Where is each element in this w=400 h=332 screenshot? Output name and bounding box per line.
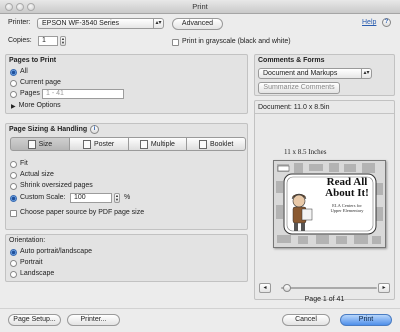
actual-size-option[interactable]: Actual size bbox=[10, 170, 54, 180]
document-size: Document: 11.0 x 8.5in bbox=[258, 104, 330, 111]
percent-label: % bbox=[124, 194, 131, 201]
sizing-tabs: Size Poster Multiple Booklet bbox=[10, 137, 246, 151]
comments-select-value: Document and Markups bbox=[263, 70, 338, 77]
preview-subtitle: ELA Centers for Upper Elementary bbox=[312, 203, 382, 213]
pdf-source-label: Choose paper source by PDF page size bbox=[20, 209, 145, 216]
size-page-icon bbox=[27, 139, 36, 149]
custom-scale-option[interactable]: Custom Scale: bbox=[10, 193, 66, 203]
advanced-button[interactable]: Advanced bbox=[172, 18, 223, 30]
printer-button[interactable]: Printer... bbox=[67, 314, 120, 326]
poster-page-icon bbox=[83, 139, 91, 149]
previous-page-button[interactable]: ◂ bbox=[259, 283, 271, 293]
shrink-label: Shrink oversized pages bbox=[20, 182, 93, 189]
tab-booklet-label: Booklet bbox=[209, 140, 234, 148]
portrait-label: Portrait bbox=[20, 259, 43, 266]
tab-multiple-label: Multiple bbox=[150, 140, 175, 148]
shrink-option[interactable]: Shrink oversized pages bbox=[10, 181, 93, 191]
minimize-window-button[interactable] bbox=[16, 3, 24, 11]
close-window-button[interactable] bbox=[5, 3, 13, 11]
printer-select-value: EPSON WF-3540 Series bbox=[42, 20, 120, 27]
grayscale-checkbox[interactable] bbox=[172, 38, 179, 46]
bottom-divider bbox=[0, 308, 400, 309]
landscape-label: Landscape bbox=[20, 270, 55, 277]
custom-scale-field[interactable]: 100 bbox=[70, 193, 112, 203]
tab-size[interactable]: Size bbox=[10, 137, 70, 151]
portrait-radio[interactable] bbox=[10, 259, 17, 267]
pages-range-label: Pages bbox=[20, 90, 40, 97]
cancel-button[interactable]: Cancel bbox=[282, 314, 330, 326]
updown-arrows-icon: ▴▾ bbox=[361, 69, 371, 78]
multiple-pages-icon bbox=[139, 139, 148, 149]
help-link[interactable]: Help bbox=[362, 18, 376, 28]
auto-orientation-radio[interactable] bbox=[10, 248, 17, 256]
help-icon[interactable]: ? bbox=[382, 18, 391, 27]
custom-scale-stepper[interactable]: ▲ ▼ bbox=[114, 193, 120, 203]
printer-select[interactable]: EPSON WF-3540 Series ▴▾ bbox=[37, 18, 164, 29]
disclosure-triangle-icon: ▶ bbox=[11, 103, 16, 110]
preview-page-size: 11 x 8.5 Inches bbox=[284, 148, 327, 156]
orientation-heading: Orientation: bbox=[9, 237, 46, 244]
window-title: Print bbox=[192, 2, 208, 11]
preview-title: Read All About It! bbox=[312, 177, 382, 199]
more-options-label: More Options bbox=[18, 102, 61, 109]
zoom-window-button[interactable] bbox=[27, 3, 35, 11]
window-controls bbox=[5, 3, 35, 11]
pages-current-option[interactable]: Current page bbox=[10, 78, 61, 88]
tab-poster[interactable]: Poster bbox=[69, 137, 129, 151]
pages-heading: Pages to Print bbox=[9, 57, 57, 64]
copies-label: Copies: bbox=[8, 37, 32, 44]
tab-booklet[interactable]: Booklet bbox=[187, 137, 246, 151]
shrink-radio[interactable] bbox=[10, 182, 17, 190]
copies-stepper[interactable]: ▲ ▼ bbox=[60, 36, 66, 46]
sizing-info-icon[interactable]: i bbox=[90, 125, 99, 134]
summarize-comments-button[interactable]: Summarize Comments bbox=[258, 82, 340, 94]
pdf-source-option[interactable]: Choose paper source by PDF page size bbox=[10, 208, 144, 218]
pages-range-option[interactable]: Pages bbox=[10, 89, 40, 99]
copies-field[interactable]: 1 bbox=[38, 36, 58, 46]
sizing-heading: Page Sizing & Handling bbox=[9, 126, 88, 133]
pages-range-field[interactable]: 1 - 41 bbox=[42, 89, 124, 99]
fit-option[interactable]: Fit bbox=[10, 159, 28, 169]
updown-arrows-icon: ▴▾ bbox=[153, 19, 163, 28]
page-setup-button[interactable]: Page Setup... bbox=[8, 314, 61, 326]
pages-all-radio[interactable] bbox=[10, 68, 17, 76]
grayscale-option[interactable]: Print in grayscale (black and white) bbox=[172, 37, 291, 47]
fit-label: Fit bbox=[20, 160, 28, 167]
tab-size-label: Size bbox=[38, 140, 53, 148]
custom-scale-radio[interactable] bbox=[10, 194, 17, 202]
page-slider-track[interactable] bbox=[281, 287, 377, 289]
pages-all-label: All bbox=[20, 68, 28, 75]
tab-multiple[interactable]: Multiple bbox=[128, 137, 188, 151]
print-button[interactable]: Print bbox=[340, 314, 392, 326]
actual-size-radio[interactable] bbox=[10, 171, 17, 179]
fit-radio[interactable] bbox=[10, 160, 17, 168]
booklet-icon bbox=[198, 139, 207, 149]
pages-all-option[interactable]: All bbox=[10, 67, 28, 77]
preview-divider bbox=[255, 113, 394, 114]
pages-current-radio[interactable] bbox=[10, 79, 17, 87]
page-slider-thumb[interactable] bbox=[283, 284, 291, 292]
more-options-toggle[interactable]: ▶ More Options bbox=[11, 101, 61, 111]
page-counter: Page 1 of 41 bbox=[304, 296, 345, 303]
comments-heading: Comments & Forms bbox=[258, 57, 325, 64]
landscape-option[interactable]: Landscape bbox=[10, 269, 54, 279]
preview-subtitle-line2: Upper Elementary bbox=[330, 208, 364, 213]
pages-range-radio[interactable] bbox=[10, 90, 17, 98]
title-bar: Print bbox=[0, 0, 400, 14]
grayscale-label: Print in grayscale (black and white) bbox=[182, 38, 291, 45]
pages-current-label: Current page bbox=[20, 79, 61, 86]
auto-orientation-option[interactable]: Auto portrait/landscape bbox=[10, 247, 92, 257]
auto-orientation-label: Auto portrait/landscape bbox=[20, 248, 92, 255]
custom-scale-label: Custom Scale: bbox=[20, 194, 66, 201]
tab-poster-label: Poster bbox=[94, 140, 115, 148]
landscape-radio[interactable] bbox=[10, 270, 17, 278]
portrait-option[interactable]: Portrait bbox=[10, 258, 43, 268]
comments-select[interactable]: Document and Markups ▴▾ bbox=[258, 68, 372, 79]
preview-title-line2: About It! bbox=[325, 187, 369, 199]
pdf-source-checkbox[interactable] bbox=[10, 209, 17, 217]
actual-size-label: Actual size bbox=[20, 171, 54, 178]
next-page-button[interactable]: ▸ bbox=[378, 283, 390, 293]
printer-label: Printer: bbox=[8, 19, 31, 26]
